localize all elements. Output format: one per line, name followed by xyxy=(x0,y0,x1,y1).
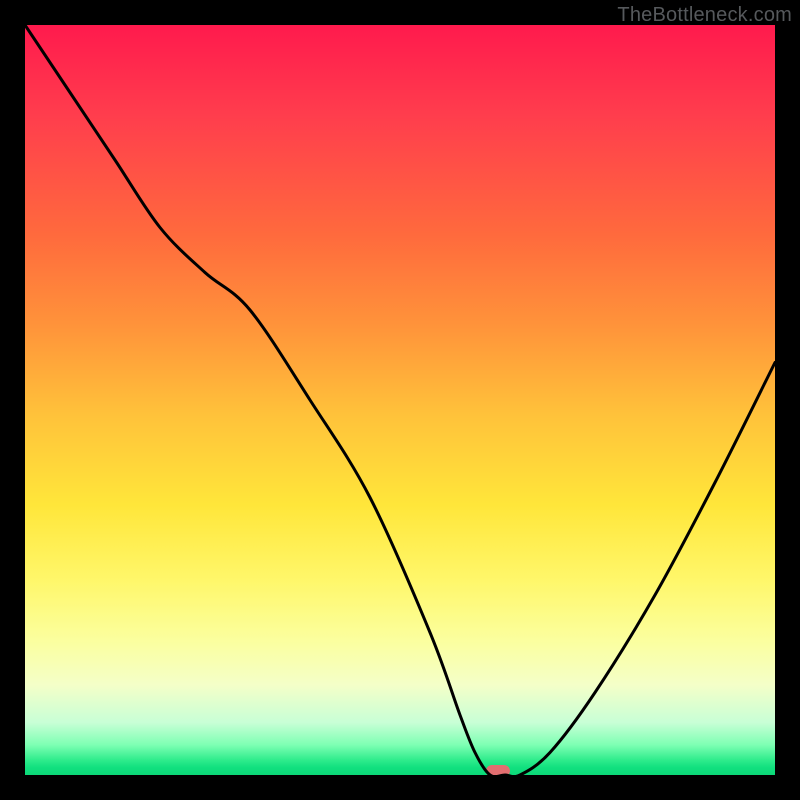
bottleneck-curve xyxy=(25,25,775,775)
curve-path xyxy=(25,25,775,775)
watermark-text: TheBottleneck.com xyxy=(617,4,792,27)
chart-frame: TheBottleneck.com xyxy=(0,0,800,800)
plot-area xyxy=(25,25,775,775)
